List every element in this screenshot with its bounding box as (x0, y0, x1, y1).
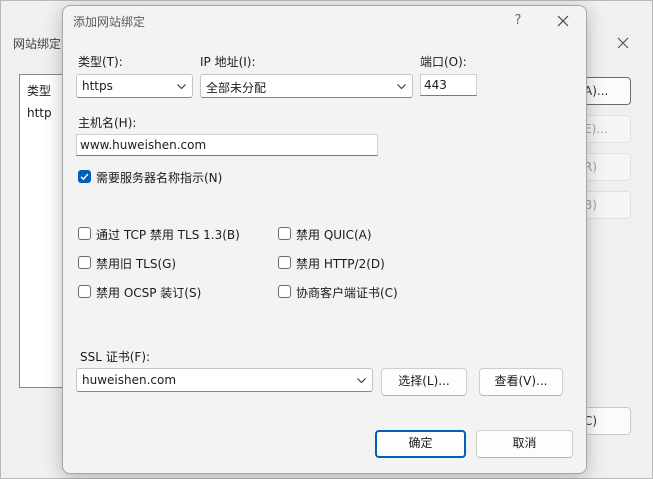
checkmark-icon (80, 173, 89, 181)
ip-value: 全部未分配 (206, 81, 267, 95)
disable-quic-label: 禁用 QUIC(A) (296, 228, 372, 242)
disable-http2-checkbox[interactable] (278, 256, 291, 269)
hostname-input[interactable]: www.huweishen.com (76, 134, 378, 156)
disable-legacy-tls-label: 禁用旧 TLS(G) (96, 257, 177, 271)
negotiate-client-cert-checkbox[interactable] (278, 285, 291, 298)
ssl-cert-label: SSL 证书(F): (80, 350, 151, 364)
disable-tls13-checkbox[interactable] (78, 227, 91, 240)
ip-select[interactable]: 全部未分配 (200, 74, 413, 98)
disable-ocsp-checkbox[interactable] (78, 285, 91, 298)
disable-ocsp-label: 禁用 OCSP 装订(S) (96, 286, 202, 300)
chevron-down-icon (177, 84, 186, 90)
negotiate-client-cert-label: 协商客户端证书(C) (296, 286, 398, 300)
disable-http2-label: 禁用 HTTP/2(D) (296, 257, 385, 271)
select-cert-button[interactable]: 选择(L)... (381, 368, 467, 396)
type-label: 类型(T): (78, 55, 123, 69)
disable-legacy-tls-checkbox[interactable] (78, 256, 91, 269)
list-header-type: 类型 (27, 84, 52, 98)
bg-close-icon[interactable] (613, 33, 633, 53)
list-item[interactable]: http (27, 106, 52, 120)
close-icon[interactable] (550, 9, 576, 33)
disable-tls13-label: 通过 TCP 禁用 TLS 1.3(B) (96, 228, 240, 242)
bindings-list[interactable]: 类型 http (19, 74, 65, 388)
port-input[interactable]: 443 (420, 74, 477, 96)
chevron-down-icon (397, 84, 406, 90)
cancel-button[interactable]: 取消 (476, 430, 573, 458)
view-cert-button[interactable]: 查看(V)... (479, 368, 563, 396)
help-icon[interactable]: ? (506, 10, 530, 32)
ok-button[interactable]: 确定 (375, 430, 466, 458)
add-site-binding-dialog: 添加网站绑定 ? 类型(T): https IP 地址(I): 全部未分配 端口… (62, 5, 587, 474)
bg-window-title: 网站绑定 (13, 37, 62, 51)
ip-label: IP 地址(I): (200, 55, 256, 69)
hostname-label: 主机名(H): (78, 116, 137, 130)
chevron-down-icon (357, 378, 366, 384)
sni-checkbox[interactable] (78, 170, 91, 183)
type-select[interactable]: https (76, 74, 193, 98)
type-value: https (82, 79, 113, 93)
dialog-title: 添加网站绑定 (73, 15, 146, 29)
port-label: 端口(O): (420, 55, 467, 69)
sni-label: 需要服务器名称指示(N) (96, 171, 223, 185)
disable-quic-checkbox[interactable] (278, 227, 291, 240)
ssl-cert-select[interactable]: huweishen.com (76, 368, 373, 392)
ssl-cert-value: huweishen.com (82, 373, 177, 387)
